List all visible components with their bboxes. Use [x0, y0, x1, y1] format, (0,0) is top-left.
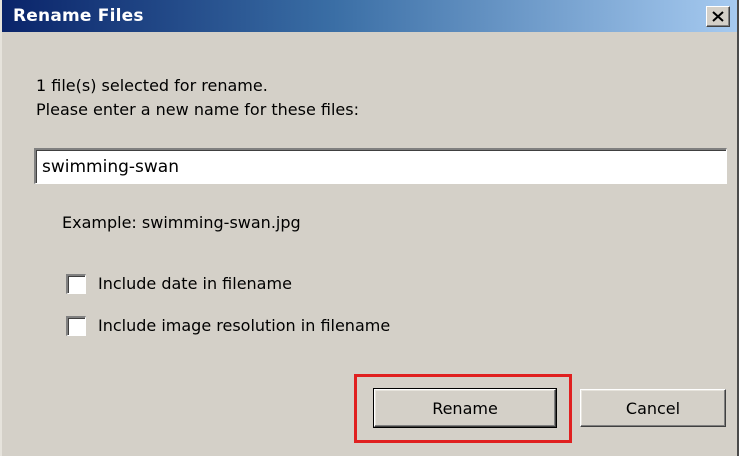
selection-info: 1 file(s) selected for rename. — [36, 76, 268, 95]
dialog-title: Rename Files — [13, 6, 144, 26]
include-date-checkbox[interactable] — [66, 274, 86, 294]
close-icon — [712, 11, 724, 22]
new-name-input[interactable] — [34, 148, 727, 184]
rename-button[interactable]: Rename — [373, 388, 557, 428]
include-resolution-checkbox[interactable] — [66, 316, 86, 336]
example-text: Example: swimming-swan.jpg — [62, 213, 301, 232]
include-resolution-label[interactable]: Include image resolution in filename — [98, 316, 390, 335]
include-date-label[interactable]: Include date in filename — [98, 274, 292, 293]
title-bar[interactable]: Rename Files — [2, 0, 737, 32]
cancel-button[interactable]: Cancel — [580, 389, 726, 427]
rename-files-dialog: Rename Files 1 file(s) selected for rena… — [0, 0, 739, 456]
rename-prompt: Please enter a new name for these files: — [36, 100, 359, 119]
close-button[interactable] — [706, 6, 730, 27]
